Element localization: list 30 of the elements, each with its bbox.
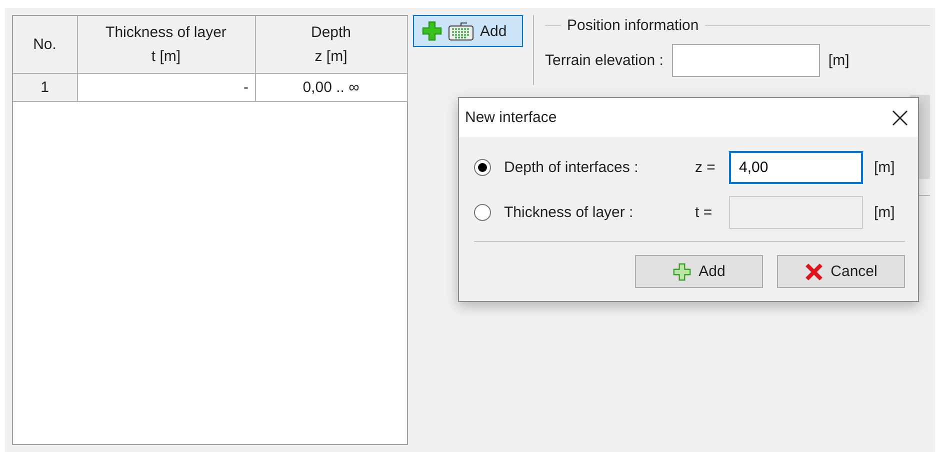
unit-label: [m] xyxy=(874,159,895,176)
option-label: Depth of interfaces : xyxy=(504,159,640,176)
row-number: 1 xyxy=(13,74,77,102)
unit-label: [m] xyxy=(828,52,850,69)
symbol-label: t = xyxy=(695,204,714,221)
table-cell: - xyxy=(77,74,255,102)
add-button[interactable]: Add xyxy=(635,255,763,288)
close-icon[interactable] xyxy=(892,110,908,126)
dialog-title: New interface xyxy=(465,109,557,126)
input-field[interactable]: 4,00 xyxy=(729,151,863,184)
column-unit: z [m] xyxy=(314,46,348,66)
column-unit: t [m] xyxy=(150,46,182,66)
unit-label: [m] xyxy=(874,204,895,221)
plus-icon xyxy=(422,21,442,41)
column-title: Depth xyxy=(310,22,352,42)
radio-button[interactable] xyxy=(474,204,491,221)
symbol-label: z = xyxy=(695,159,716,176)
option-label: Thickness of layer : xyxy=(504,204,634,221)
cross-icon xyxy=(804,262,823,280)
keyboard-icon xyxy=(448,21,474,41)
radio-button[interactable] xyxy=(474,159,491,176)
group-title: Position information xyxy=(567,16,699,34)
cancel-button[interactable]: Cancel xyxy=(777,255,905,288)
column-title: Thickness of layer xyxy=(104,22,228,42)
field-label: Terrain elevation : xyxy=(545,52,664,69)
table-cell: 0,00 .. ∞ xyxy=(255,74,407,102)
plus-icon xyxy=(672,262,691,280)
input-field[interactable] xyxy=(672,44,820,77)
add-button[interactable]: Add xyxy=(413,15,523,47)
column-title: No. xyxy=(32,34,58,54)
